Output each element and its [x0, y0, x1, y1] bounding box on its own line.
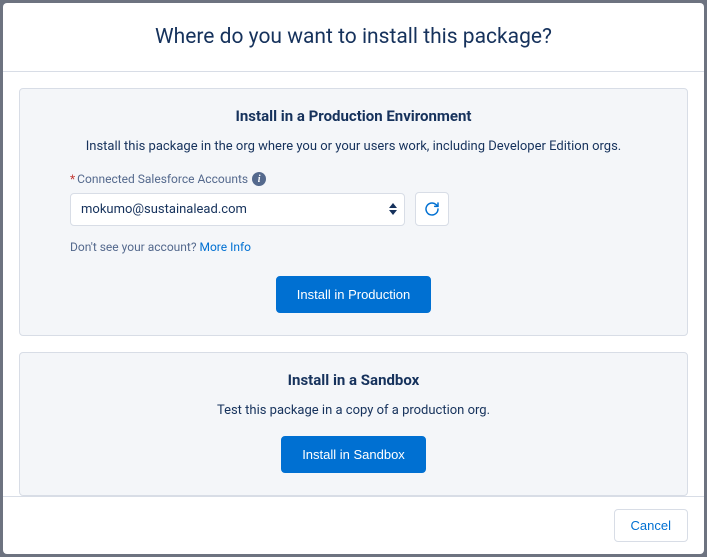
sandbox-panel: Install in a Sandbox Test this package i…: [19, 352, 688, 496]
account-select-row: mokumo@sustainalead.com: [70, 192, 637, 226]
help-prefix: Don't see your account?: [70, 240, 199, 254]
refresh-icon: [424, 201, 440, 217]
account-select-wrap: mokumo@sustainalead.com: [70, 193, 405, 226]
accounts-label: *Connected Salesforce Accounts i: [70, 172, 637, 186]
cancel-button[interactable]: Cancel: [614, 509, 688, 542]
info-icon[interactable]: i: [252, 172, 266, 186]
refresh-button[interactable]: [415, 192, 449, 226]
account-help-text: Don't see your account? More Info: [70, 240, 637, 254]
more-info-link[interactable]: More Info: [199, 240, 251, 254]
production-panel: Install in a Production Environment Inst…: [19, 88, 688, 336]
production-description: Install this package in the org where yo…: [70, 139, 637, 154]
install-production-button[interactable]: Install in Production: [276, 276, 431, 313]
production-title: Install in a Production Environment: [70, 107, 637, 125]
modal-title: Where do you want to install this packag…: [23, 25, 684, 49]
modal-footer: Cancel: [3, 497, 704, 554]
modal-header: Where do you want to install this packag…: [3, 3, 704, 71]
account-select[interactable]: mokumo@sustainalead.com: [70, 193, 405, 226]
accounts-label-text: Connected Salesforce Accounts: [77, 172, 248, 186]
install-package-modal: Where do you want to install this packag…: [3, 3, 704, 554]
required-indicator: *: [70, 172, 75, 186]
modal-body: Install in a Production Environment Inst…: [3, 71, 704, 497]
sandbox-description: Test this package in a copy of a product…: [70, 403, 637, 418]
sandbox-title: Install in a Sandbox: [70, 371, 637, 389]
install-sandbox-button[interactable]: Install in Sandbox: [281, 436, 426, 473]
